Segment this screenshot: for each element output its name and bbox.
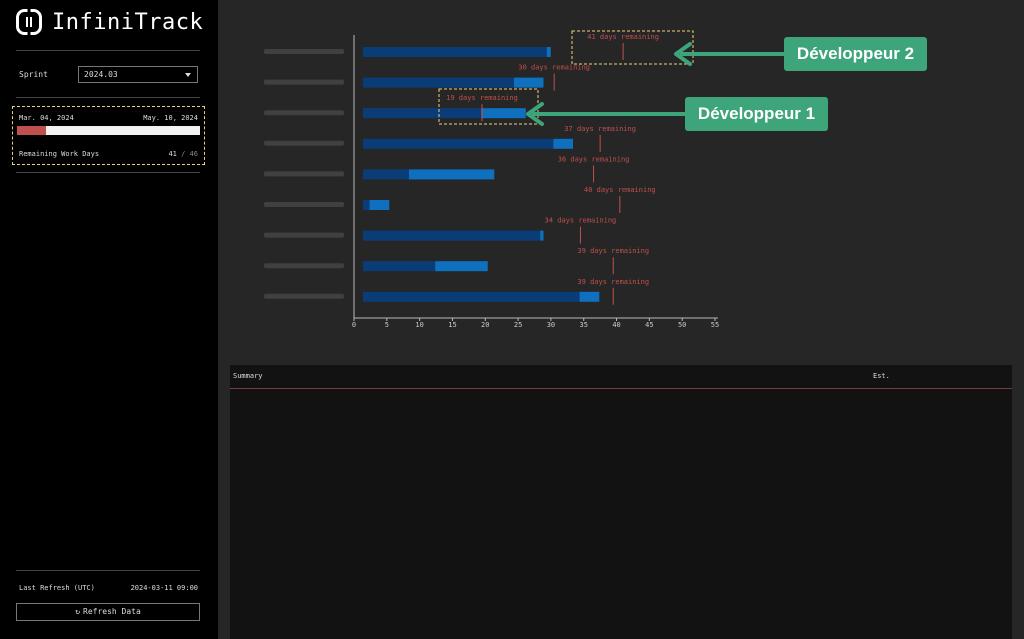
sprint-progress-fill bbox=[17, 126, 47, 135]
category-label-redacted bbox=[264, 171, 344, 177]
bar-extra bbox=[481, 108, 526, 119]
refresh-icon: ↻ bbox=[75, 607, 81, 616]
divider bbox=[16, 570, 200, 571]
bar-extra bbox=[435, 261, 488, 272]
x-tick-label: 5 bbox=[385, 321, 389, 329]
bar-extra bbox=[369, 200, 390, 210]
category-label-redacted bbox=[264, 110, 344, 116]
bar-extra bbox=[546, 47, 551, 57]
category-label-redacted bbox=[264, 49, 344, 54]
infinitrack-logo-icon bbox=[16, 9, 42, 35]
remaining-days: 41 bbox=[168, 150, 177, 158]
bar-extra bbox=[540, 230, 544, 241]
category-label-redacted bbox=[264, 202, 344, 207]
last-refresh-label: Last Refresh (UTC) bbox=[19, 584, 95, 592]
refresh-data-button[interactable]: ↻ Refresh Data bbox=[16, 603, 200, 621]
x-tick-label: 30 bbox=[547, 321, 555, 329]
x-tick-label: 20 bbox=[481, 321, 489, 329]
x-tick-label: 15 bbox=[448, 321, 456, 329]
callout-developpeur-1: Développeur 1 bbox=[685, 97, 828, 131]
summary-table: Summary Est. bbox=[230, 365, 1012, 639]
sprint-select[interactable]: 2024.03 bbox=[78, 66, 198, 83]
sprint-progress-bar bbox=[17, 126, 200, 135]
category-label-redacted bbox=[264, 293, 344, 299]
x-tick-label: 40 bbox=[612, 321, 620, 329]
bar-extra bbox=[408, 169, 495, 180]
sprint-end-date: May. 10, 2024 bbox=[143, 114, 198, 122]
column-summary[interactable]: Summary bbox=[233, 372, 263, 380]
sidebar: InfiniTrack Sprint 2024.03 Mar. 04, 2024… bbox=[0, 0, 218, 639]
bar-base bbox=[363, 47, 547, 57]
category-label-redacted bbox=[264, 232, 344, 238]
sprint-label: Sprint bbox=[19, 70, 48, 79]
x-tick-label: 10 bbox=[415, 321, 423, 329]
sprint-select-value: 2024.03 bbox=[84, 70, 118, 79]
bar-extra bbox=[553, 138, 574, 149]
last-refresh-time: 2024-03-11 09:00 bbox=[130, 584, 198, 592]
bar-base bbox=[363, 261, 436, 272]
bar-base bbox=[363, 77, 514, 88]
divider bbox=[16, 172, 200, 173]
remaining-label: 37 days remaining bbox=[564, 125, 636, 133]
bar-base bbox=[363, 291, 580, 302]
bar-base bbox=[363, 169, 409, 180]
remaining-label: 39 days remaining bbox=[577, 278, 649, 286]
remaining-label: 34 days remaining bbox=[545, 217, 617, 225]
category-label-redacted bbox=[264, 263, 344, 269]
divider bbox=[16, 50, 200, 51]
bar-base bbox=[363, 108, 482, 119]
chevron-down-icon bbox=[185, 73, 191, 77]
bar-base bbox=[363, 138, 554, 149]
category-label-redacted bbox=[264, 140, 344, 146]
table-header: Summary Est. bbox=[230, 365, 1012, 389]
column-est[interactable]: Est. bbox=[873, 372, 890, 380]
x-tick-label: 55 bbox=[711, 321, 719, 329]
bar-base bbox=[363, 200, 370, 210]
x-tick-label: 0 bbox=[352, 321, 356, 329]
remaining-work-days-value: 41 / 46 bbox=[168, 150, 198, 158]
category-label-redacted bbox=[264, 79, 344, 85]
remaining-label: 41 days remaining bbox=[587, 33, 659, 41]
callout-developpeur-2: Développeur 2 bbox=[784, 37, 927, 71]
x-tick-label: 35 bbox=[580, 321, 588, 329]
divider bbox=[16, 97, 200, 98]
refresh-button-label: Refresh Data bbox=[83, 607, 141, 616]
sprint-start-date: Mar. 04, 2024 bbox=[19, 114, 74, 122]
bar-extra bbox=[579, 291, 600, 302]
remaining-separator: / bbox=[181, 150, 186, 158]
x-tick-label: 25 bbox=[514, 321, 522, 329]
bar-extra bbox=[513, 77, 544, 88]
sprint-dates-box: Mar. 04, 2024 May. 10, 2024 Remaining Wo… bbox=[12, 106, 205, 165]
total-days: 46 bbox=[189, 150, 198, 158]
x-tick-label: 45 bbox=[645, 321, 653, 329]
brand: InfiniTrack bbox=[16, 9, 203, 35]
remaining-label: 40 days remaining bbox=[584, 186, 656, 194]
remaining-label: 39 days remaining bbox=[577, 247, 649, 255]
remaining-label: 30 days remaining bbox=[518, 64, 590, 72]
bar-base bbox=[363, 230, 541, 241]
app-title: InfiniTrack bbox=[52, 9, 204, 35]
x-tick-label: 50 bbox=[678, 321, 686, 329]
remaining-label: 19 days remaining bbox=[446, 94, 518, 102]
remaining-label: 36 days remaining bbox=[558, 155, 630, 163]
remaining-work-days-label: Remaining Work Days bbox=[19, 150, 100, 158]
